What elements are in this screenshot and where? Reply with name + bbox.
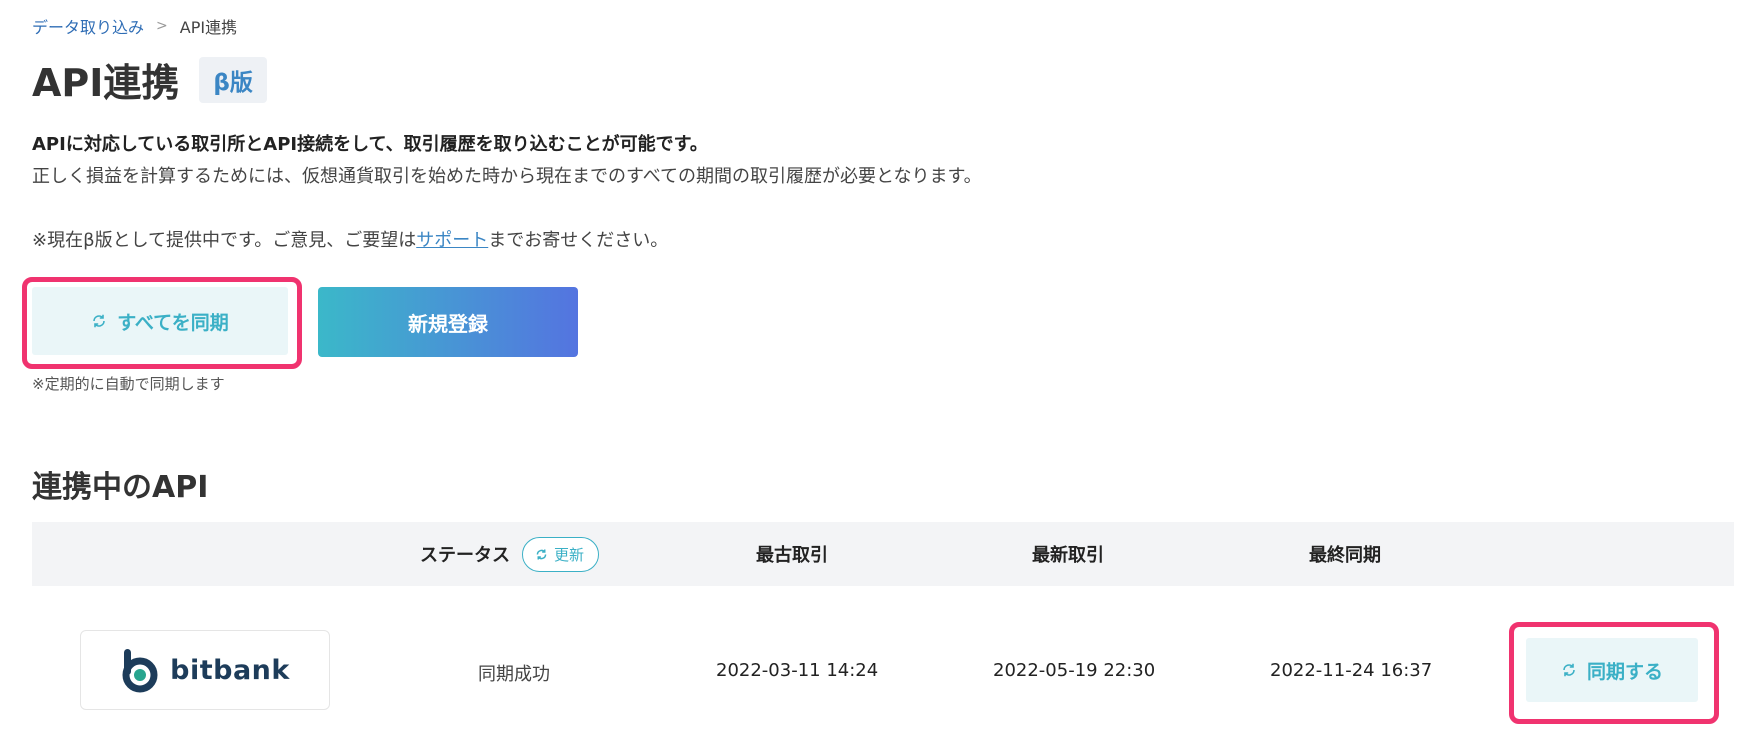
- sync-all-label: すべてを同期: [117, 311, 229, 334]
- section-title-connected-api: 連携中のAPI: [32, 470, 209, 505]
- breadcrumb-current: API連携: [179, 18, 238, 37]
- sync-icon: [536, 548, 547, 560]
- sync-button[interactable]: 同期する: [1526, 638, 1698, 702]
- support-link[interactable]: サポート: [416, 230, 488, 251]
- header-newest-trade: 最新取引: [1032, 545, 1104, 566]
- row-newest-trade: 2022-05-19 22:30: [993, 660, 1156, 681]
- sync-icon: [1563, 663, 1575, 677]
- breadcrumb-link-data-import[interactable]: データ取り込み: [32, 14, 144, 38]
- row-oldest-trade: 2022-03-11 14:24: [716, 660, 879, 681]
- table-header: ステータス 更新 最古取引 最新取引 最終同期: [32, 522, 1734, 586]
- register-button[interactable]: 新規登録: [318, 287, 578, 357]
- title-row: API連携 β版: [32, 52, 267, 107]
- breadcrumb-separator: >: [156, 18, 168, 34]
- notice-suffix: までお寄せください。: [488, 230, 669, 251]
- breadcrumb: データ取り込み > API連携: [32, 14, 237, 38]
- auto-sync-note: ※定期的に自動で同期します: [32, 375, 225, 393]
- header-status: ステータス 更新: [420, 522, 600, 586]
- sync-icon: [93, 314, 106, 328]
- header-status-label: ステータス: [420, 545, 510, 566]
- notice-prefix: ※現在β版として提供中です。ご意見、ご要望は: [32, 230, 417, 251]
- sync-all-button[interactable]: すべてを同期: [32, 287, 288, 355]
- header-oldest-trade: 最古取引: [756, 545, 828, 566]
- exchange-logo-card: bitbank: [80, 630, 330, 710]
- beta-notice: ※現在β版として提供中です。ご意見、ご要望はサポートまでお寄せください。: [32, 226, 668, 252]
- description-main: APIに対応している取引所とAPI接続をして、取引履歴を取り込むことが可能です。: [32, 134, 708, 155]
- row-last-sync: 2022-11-24 16:37: [1270, 660, 1433, 681]
- refresh-label: 更新: [554, 545, 585, 564]
- beta-badge: β版: [199, 56, 267, 103]
- sync-label: 同期する: [1586, 660, 1663, 683]
- exchange-name: bitbank: [170, 654, 290, 686]
- header-last-sync: 最終同期: [1309, 545, 1381, 566]
- row-status: 同期成功: [478, 664, 550, 685]
- page-title: API連携: [32, 61, 180, 105]
- description-sub: 正しく損益を計算するためには、仮想通貨取引を始めた時から現在までのすべての期間の…: [32, 166, 982, 187]
- refresh-button[interactable]: 更新: [522, 536, 600, 572]
- bitbank-logo-icon: [122, 649, 158, 693]
